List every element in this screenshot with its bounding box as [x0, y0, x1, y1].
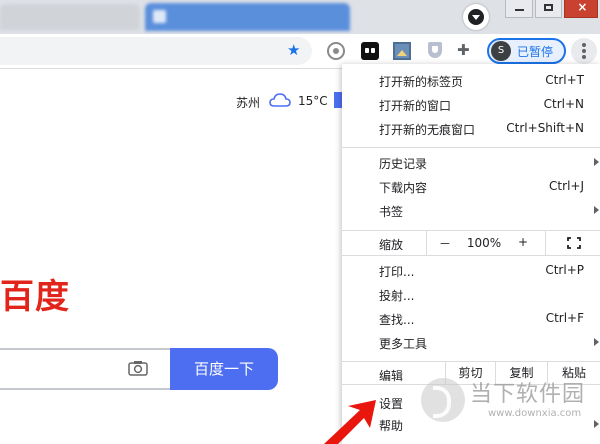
extensions-puzzle-icon[interactable]: ✚	[457, 41, 470, 59]
search-button[interactable]: 百度一下	[170, 348, 278, 390]
menu-item-history[interactable]: 历史记录	[342, 152, 600, 175]
extension-icon-1[interactable]	[327, 42, 345, 60]
tab-background[interactable]	[0, 4, 140, 30]
window-controls: ×	[505, 0, 600, 22]
profile-paused-button[interactable]: S 已暂停	[487, 38, 566, 64]
menu-item-incognito[interactable]: 打开新的无痕窗口 Ctrl+Shift+N	[342, 118, 600, 141]
chevron-right-icon	[594, 420, 599, 428]
address-bar[interactable]	[0, 37, 312, 65]
minimize-button[interactable]	[505, 0, 533, 18]
menu-item-cast[interactable]: 投射...	[342, 284, 600, 307]
weather-city[interactable]: 苏州	[236, 94, 260, 111]
maximize-button[interactable]	[534, 0, 563, 18]
menu-divider	[342, 147, 600, 148]
cloud-icon	[269, 93, 291, 107]
zoom-label: 缩放	[379, 238, 404, 252]
camera-icon[interactable]	[128, 360, 148, 376]
profile-status-label: 已暂停	[517, 45, 554, 59]
close-button[interactable]: ×	[564, 0, 598, 18]
baidu-logo: 百度	[0, 277, 70, 317]
title-bar: ×	[0, 0, 600, 34]
maximize-icon	[543, 4, 553, 11]
menu-item-bookmarks[interactable]: 书签	[342, 200, 600, 223]
edit-label: 编辑	[379, 369, 404, 383]
menu-zoom-row: 缩放 － 100% +	[342, 230, 600, 256]
watermark-title: 当下软件园	[470, 382, 586, 407]
chevron-right-icon	[594, 206, 599, 214]
zoom-in-button[interactable]: +	[515, 235, 531, 249]
chevron-right-icon	[594, 158, 599, 166]
tab-favicon-icon	[153, 10, 166, 23]
menu-kebab-button[interactable]	[571, 38, 597, 64]
menu-item-new-tab[interactable]: 打开新的标签页 Ctrl+T	[342, 70, 600, 93]
tab-active[interactable]	[145, 3, 350, 31]
chevron-right-icon	[594, 338, 599, 346]
extension-icon-2[interactable]	[361, 42, 379, 60]
bookmark-star-icon[interactable]: ★	[287, 41, 300, 59]
close-icon: ×	[577, 0, 588, 14]
kebab-icon	[582, 43, 586, 47]
pointer-arrow-icon	[324, 400, 376, 444]
zoom-out-button[interactable]: －	[437, 235, 453, 252]
fullscreen-icon[interactable]	[567, 237, 581, 249]
watermark-url: www.downxia.com	[488, 408, 582, 419]
weather-temp[interactable]: 15°C	[298, 94, 328, 108]
tab-search-icon[interactable]	[463, 4, 489, 30]
menu-item-downloads[interactable]: 下载内容 Ctrl+J	[342, 176, 600, 199]
minimize-icon	[515, 9, 524, 11]
menu-item-more-tools[interactable]: 更多工具	[342, 332, 600, 355]
extension-shield-icon[interactable]	[426, 42, 444, 60]
extension-icon-3[interactable]	[393, 42, 411, 60]
menu-item-new-window[interactable]: 打开新的窗口 Ctrl+N	[342, 94, 600, 117]
menu-item-print[interactable]: 打印... Ctrl+P	[342, 260, 600, 283]
zoom-level: 100%	[466, 236, 502, 250]
avatar: S	[491, 41, 511, 61]
menu-item-find[interactable]: 查找... Ctrl+F	[342, 308, 600, 331]
watermark-logo	[421, 378, 465, 422]
